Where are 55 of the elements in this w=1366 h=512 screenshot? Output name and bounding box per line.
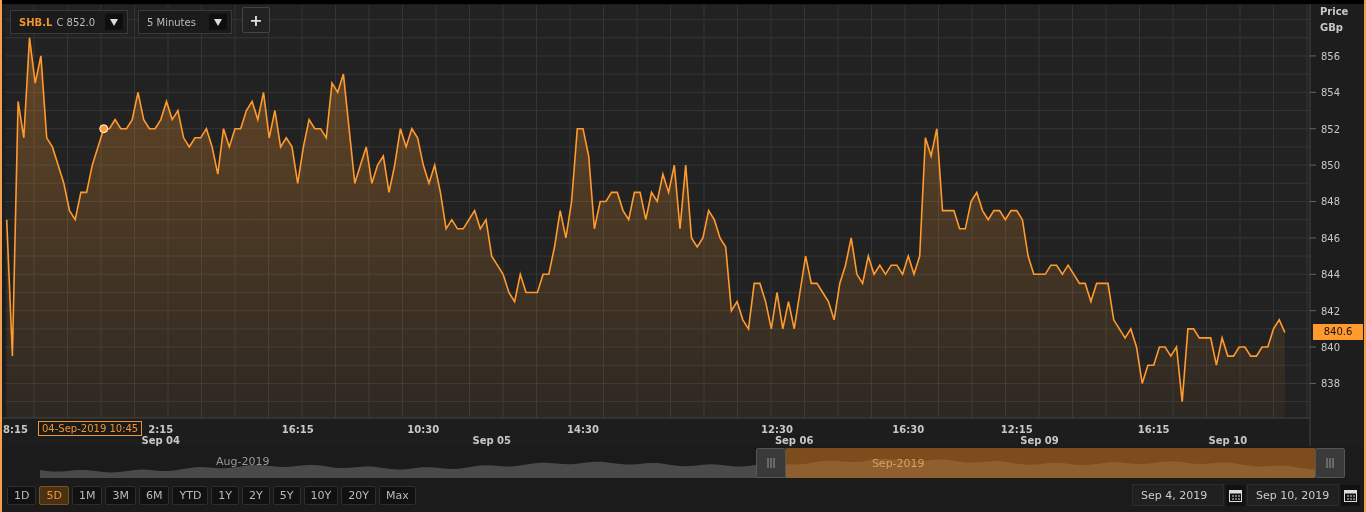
x-tick-label: 16:15: [281, 424, 314, 435]
navigator-handle[interactable]: [755, 448, 786, 478]
x-tick-label: 10:30: [407, 424, 440, 435]
y-tick-label: 846: [1321, 232, 1341, 244]
x-tick-label: 16:15: [1137, 424, 1170, 435]
range-button[interactable]: 5D: [39, 485, 69, 505]
date-tooltip: 04-Sep-2019 10:45: [38, 421, 143, 436]
axis-unit: GBp: [1320, 22, 1343, 33]
hover-marker: [99, 124, 109, 134]
day-label: Sep 05: [472, 435, 511, 446]
y-tick-label: 848: [1321, 196, 1341, 208]
y-tick-label: 850: [1321, 160, 1341, 172]
navigator-label: Sep-2019: [871, 456, 925, 470]
day-label: Sep 09: [1020, 435, 1059, 446]
range-button[interactable]: 6M: [138, 485, 170, 505]
y-tick-label: 856: [1321, 50, 1341, 62]
interval-text: 5 Minutes: [147, 16, 197, 28]
range-button[interactable]: 5Y: [272, 485, 301, 505]
range-button[interactable]: 2Y: [242, 485, 270, 505]
date-field[interactable]: Sep 4, 2019: [1132, 484, 1224, 506]
calendar-icon[interactable]: [1341, 484, 1360, 506]
x-tick-label: 14:30: [567, 424, 599, 435]
day-label: Sep 06: [774, 435, 814, 446]
range-button[interactable]: 20Y: [341, 485, 376, 505]
y-tick-label: 840: [1321, 342, 1341, 354]
range-button[interactable]: 10Y: [303, 485, 339, 505]
day-label: Sep 04: [141, 435, 181, 446]
y-tick-label: 842: [1321, 305, 1341, 317]
x-tick-label: 12:30: [761, 424, 793, 435]
range-button[interactable]: YTD: [172, 485, 209, 505]
x-tick-label: 2:15: [148, 424, 174, 435]
symbol-selector[interactable]: SHB.L C 852.0: [10, 10, 128, 34]
x-tick-label: 16:30: [892, 424, 925, 435]
x-tick-label: 12:15: [1000, 424, 1033, 435]
y-tick-label: 838: [1321, 378, 1341, 390]
quote-text: C 852.0: [56, 16, 97, 28]
day-label: Sep 10: [1208, 435, 1248, 446]
add-button[interactable]: +: [242, 7, 270, 33]
range-button[interactable]: 1D: [7, 485, 37, 505]
y-tick-label: 844: [1321, 269, 1341, 281]
interval-selector[interactable]: 5 Minutes: [138, 10, 232, 34]
range-button[interactable]: 1Y: [211, 485, 240, 505]
y-tick-label: 854: [1321, 87, 1341, 99]
symbol-text: SHB.L: [19, 16, 53, 28]
range-button[interactable]: 1M: [71, 485, 103, 505]
range-button[interactable]: 3M: [105, 485, 136, 505]
last-price-tag: 840.6: [1313, 324, 1363, 341]
x-tick-label: 8:15: [3, 424, 28, 435]
navigator-label: Aug-2019: [216, 455, 270, 468]
y-tick-label: 852: [1321, 123, 1341, 135]
navigator-handle[interactable]: [1315, 448, 1345, 478]
calendar-icon[interactable]: [1226, 484, 1245, 506]
range-button[interactable]: Max: [378, 485, 416, 505]
date-field[interactable]: Sep 10, 2019: [1247, 484, 1339, 506]
axis-title: Price: [1320, 6, 1349, 17]
